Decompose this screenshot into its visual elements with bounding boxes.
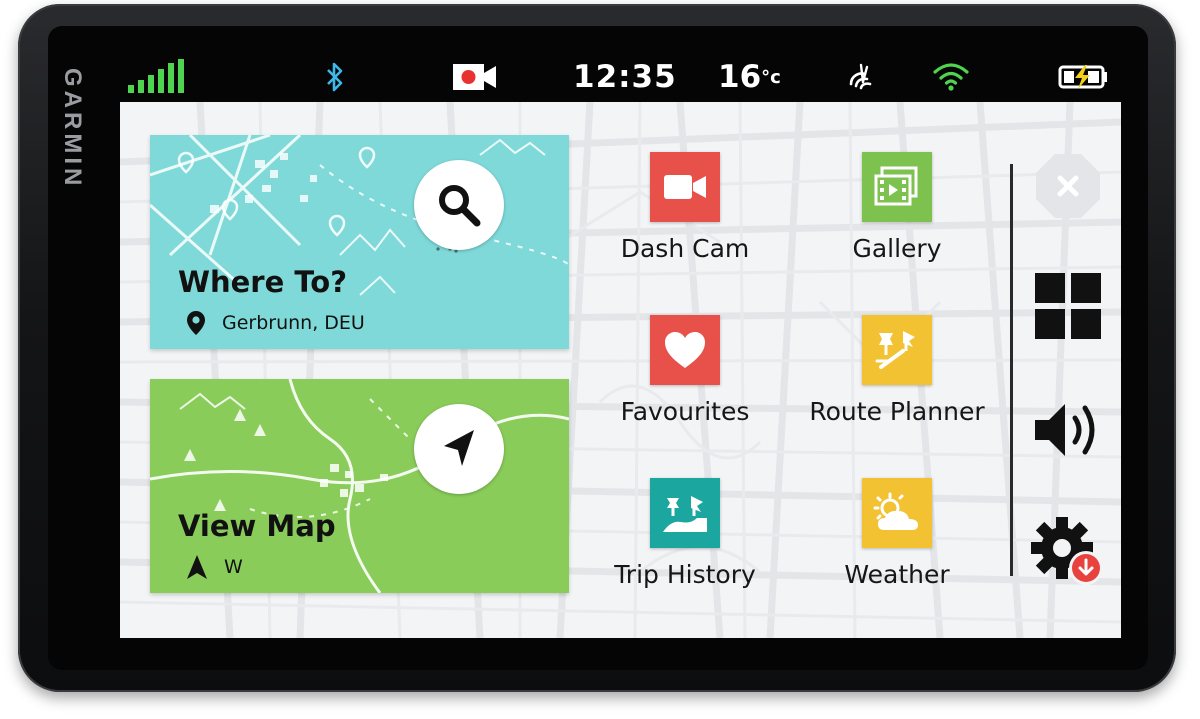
map-navigation-button[interactable] xyxy=(414,404,504,494)
apps-grid-icon xyxy=(1035,273,1101,339)
app-label: Weather xyxy=(844,560,950,589)
wifi-icon[interactable] xyxy=(933,52,969,102)
app-label: Trip History xyxy=(614,560,756,589)
compass-arrow-icon xyxy=(187,555,207,579)
heart-icon xyxy=(650,315,720,385)
current-location-label: Gerbrunn, DEU xyxy=(222,312,365,334)
current-location: Gerbrunn, DEU xyxy=(186,310,365,336)
location-pin-icon xyxy=(187,311,205,335)
where-to-title: Where To? xyxy=(178,265,348,299)
where-to-card[interactable]: Where To? Gerbrunn, DEU xyxy=(150,135,569,349)
app-trip-history[interactable]: Trip History xyxy=(585,478,785,618)
settings-update-icon xyxy=(1031,517,1103,585)
heading-label: W xyxy=(224,556,243,578)
status-bar: 12:35 16 °c xyxy=(120,52,1120,102)
battery-charging-icon xyxy=(1057,52,1109,102)
app-label: Dash Cam xyxy=(620,234,750,263)
temperature-value: 16 xyxy=(718,59,762,95)
sidebar-divider xyxy=(1010,164,1013,576)
temperature: 16 °c xyxy=(718,52,781,102)
signal-bars-icon xyxy=(128,52,186,102)
settings-button[interactable] xyxy=(1028,510,1108,590)
view-map-title: View Map xyxy=(178,509,336,543)
traffic-icon[interactable] xyxy=(847,52,877,102)
weather-icon xyxy=(862,478,932,548)
search-button[interactable] xyxy=(414,160,504,250)
navigation-arrow-icon xyxy=(444,430,474,466)
search-icon xyxy=(439,185,481,227)
volume-icon xyxy=(1035,404,1095,456)
app-label: Favourites xyxy=(620,397,750,426)
heading-indicator: W xyxy=(186,554,243,580)
home-screen: Where To? Gerbrunn, DEU View Map W Dash … xyxy=(120,102,1121,638)
route-planner-icon xyxy=(862,315,932,385)
app-favourites[interactable]: Favourites xyxy=(585,315,785,455)
video-camera-icon xyxy=(650,152,720,222)
bluetooth-icon[interactable] xyxy=(326,52,344,102)
brand-logo: GARMIN xyxy=(59,68,86,190)
close-icon xyxy=(1036,154,1100,218)
temperature-unit: °c xyxy=(761,66,781,88)
app-dash-cam[interactable]: Dash Cam xyxy=(585,152,785,292)
app-label: Route Planner xyxy=(809,397,985,426)
app-weather[interactable]: Weather xyxy=(797,478,997,618)
app-route-planner[interactable]: Route Planner xyxy=(797,315,997,455)
apps-grid-button[interactable] xyxy=(1028,266,1108,346)
dashcam-recording-icon[interactable] xyxy=(453,52,497,102)
close-button[interactable] xyxy=(1028,146,1108,226)
view-map-card[interactable]: View Map W xyxy=(150,379,569,593)
app-gallery[interactable]: Gallery xyxy=(797,152,997,292)
gallery-icon xyxy=(862,152,932,222)
app-label: Gallery xyxy=(852,234,942,263)
trip-history-icon xyxy=(650,478,720,548)
volume-button[interactable] xyxy=(1028,390,1108,470)
clock: 12:35 xyxy=(573,59,677,95)
